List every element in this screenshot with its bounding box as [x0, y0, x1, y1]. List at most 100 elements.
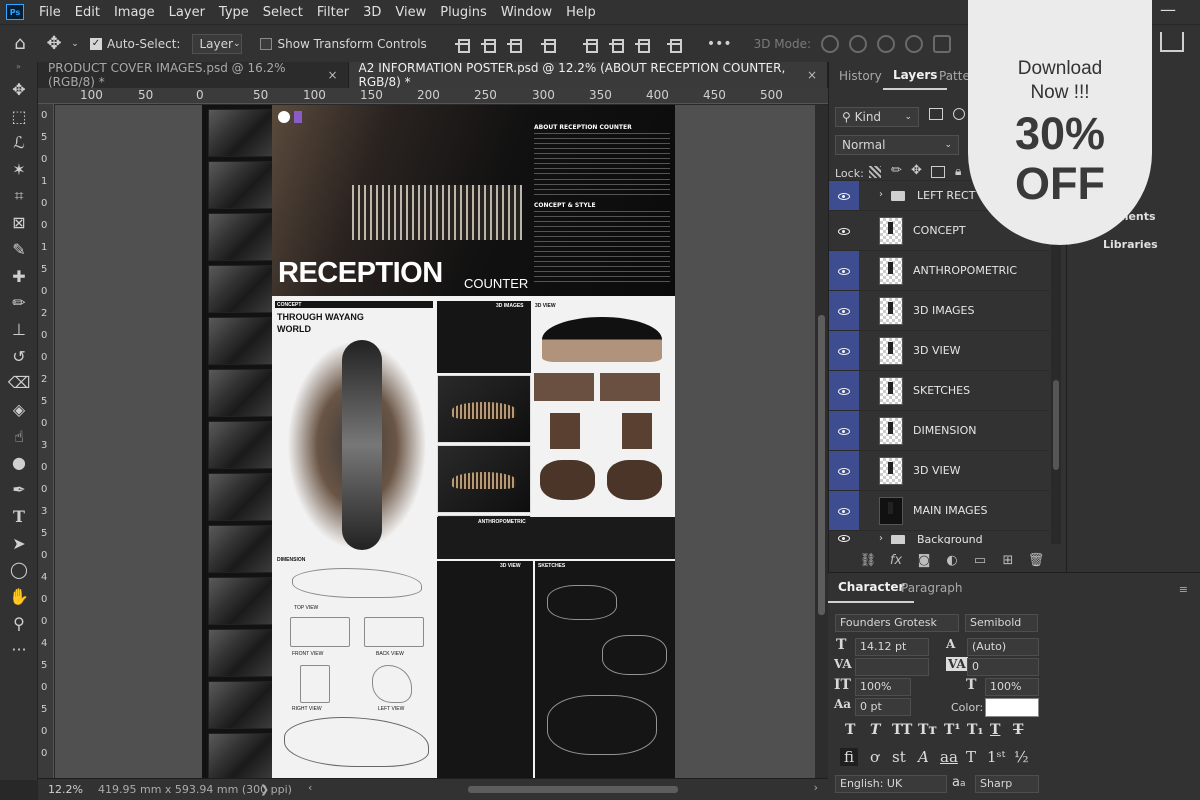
- menu-layer[interactable]: Layer: [162, 5, 212, 20]
- show-transform-checkbox[interactable]: [260, 37, 273, 50]
- auto-select-target-dropdown[interactable]: Layer ⌄: [192, 33, 243, 54]
- move-tool-icon[interactable]: ✥: [0, 76, 38, 103]
- crop-tool-icon[interactable]: ⌗: [0, 183, 38, 210]
- more-options-button[interactable]: •••: [707, 36, 732, 52]
- language-dropdown[interactable]: English: UK: [835, 775, 947, 793]
- faux-italic-button[interactable]: T: [870, 722, 880, 738]
- layer-row-dimension[interactable]: DIMENSION: [829, 410, 1049, 451]
- slide-3d-icon[interactable]: [905, 34, 924, 53]
- link-icon[interactable]: ⛓: [857, 550, 879, 570]
- ligatures-button[interactable]: ﬁ: [840, 748, 859, 766]
- mask-icon[interactable]: ◙: [913, 550, 935, 570]
- dodge-tool-icon[interactable]: ●: [0, 450, 38, 477]
- align-bottom-icon[interactable]: [634, 37, 650, 53]
- scroll-right-icon[interactable]: ›: [814, 781, 818, 794]
- scroll-thumb[interactable]: [1053, 380, 1059, 470]
- leading-field[interactable]: (Auto): [967, 638, 1039, 656]
- lock-position-icon[interactable]: ✥: [911, 163, 922, 178]
- align-top-icon[interactable]: [582, 37, 598, 53]
- chevron-down-icon[interactable]: ⌄: [68, 39, 82, 49]
- align-left-icon[interactable]: [454, 37, 470, 53]
- visibility-toggle[interactable]: [829, 371, 859, 411]
- close-icon[interactable]: ×: [807, 68, 817, 82]
- ordinals-button[interactable]: 1ˢᵗ: [987, 748, 1005, 766]
- photoshop-logo-icon[interactable]: Ps: [6, 4, 24, 20]
- pan-3d-icon[interactable]: [877, 34, 896, 53]
- zoom-tool-icon[interactable]: ⚲: [0, 610, 38, 637]
- visibility-toggle[interactable]: [829, 491, 859, 531]
- pen-tool-icon[interactable]: ✒: [0, 476, 38, 503]
- filter-pixel-icon[interactable]: [929, 108, 943, 120]
- scroll-thumb[interactable]: [818, 315, 825, 615]
- auto-select-checkbox[interactable]: ✓: [90, 37, 102, 50]
- libraries-panel-label[interactable]: Libraries: [1103, 238, 1158, 251]
- canvas-area[interactable]: ABOUT RECEPTION COUNTER CONCEPT & STYLE …: [55, 105, 815, 778]
- hand-tool-icon[interactable]: ✋: [0, 583, 38, 610]
- marquee-tool-icon[interactable]: ⬚: [0, 103, 38, 130]
- new-layer-icon[interactable]: ⊞: [997, 550, 1019, 570]
- font-size-field[interactable]: 14.12 pt: [855, 638, 929, 656]
- tracking-field[interactable]: 0: [967, 658, 1039, 676]
- eraser-tool-icon[interactable]: ⌫: [0, 370, 38, 397]
- close-icon[interactable]: ×: [327, 68, 337, 82]
- blend-mode-dropdown[interactable]: Normal ⌄: [835, 135, 959, 155]
- panel-menu-icon[interactable]: ≡: [1179, 583, 1188, 596]
- minimize-icon[interactable]: —: [1160, 0, 1180, 20]
- lasso-tool-icon[interactable]: ℒ: [0, 129, 38, 156]
- canvas-horizontal-scrollbar[interactable]: ‹ ›: [308, 781, 818, 796]
- swash-button[interactable]: A: [918, 748, 929, 766]
- orbit-3d-icon[interactable]: [821, 34, 840, 53]
- tab-a2-information-poster[interactable]: A2 INFORMATION POSTER.psd @ 12.2% (ABOUT…: [348, 61, 828, 89]
- menu-select[interactable]: Select: [256, 5, 310, 20]
- all-caps-button[interactable]: TT: [892, 722, 912, 738]
- layer-row-3d-images[interactable]: 3D IMAGES: [829, 290, 1049, 331]
- auto-select-toggle[interactable]: ✓ Auto-Select:: [90, 37, 180, 51]
- menu-edit[interactable]: Edit: [68, 5, 107, 20]
- menu-plugins[interactable]: Plugins: [433, 5, 494, 20]
- healing-brush-tool-icon[interactable]: ✚: [0, 263, 38, 290]
- scroll-left-icon[interactable]: ‹: [308, 781, 312, 794]
- history-brush-tool-icon[interactable]: ↺: [0, 343, 38, 370]
- layer-row-main-images[interactable]: MAIN IMAGES: [829, 490, 1049, 531]
- magic-wand-tool-icon[interactable]: ✶: [0, 156, 38, 183]
- faux-bold-button[interactable]: T: [845, 722, 855, 738]
- chevron-right-icon[interactable]: ›: [879, 533, 883, 544]
- tab-paragraph[interactable]: Paragraph: [891, 573, 972, 603]
- brush-tool-icon[interactable]: ✏: [0, 290, 38, 317]
- layer-filter-kind-dropdown[interactable]: ⚲ Kind ⌄: [835, 107, 919, 127]
- visibility-toggle[interactable]: [829, 181, 859, 211]
- visibility-toggle[interactable]: [829, 211, 859, 251]
- lock-transparent-icon[interactable]: [869, 166, 881, 178]
- small-caps-button[interactable]: Tᴛ: [918, 722, 937, 738]
- vertical-scale-field[interactable]: 100%: [855, 678, 911, 696]
- zoom-level[interactable]: 12.2%: [48, 783, 83, 796]
- menu-type[interactable]: Type: [212, 5, 256, 20]
- layer-row-background[interactable]: › Background: [829, 530, 1049, 544]
- smudge-tool-icon[interactable]: ☝: [0, 423, 38, 450]
- status-menu-chevron-icon[interactable]: ❯: [260, 783, 269, 796]
- canvas-vertical-scrollbar[interactable]: [815, 105, 828, 778]
- subscript-button[interactable]: T₁: [967, 722, 984, 738]
- distribute-icon[interactable]: [540, 37, 556, 53]
- visibility-toggle[interactable]: [829, 451, 859, 491]
- roll-3d-icon[interactable]: [849, 34, 868, 53]
- baseline-shift-field[interactable]: 0 pt: [855, 698, 911, 716]
- more-tools-icon[interactable]: ···: [0, 636, 38, 663]
- titling-button[interactable]: T: [966, 748, 976, 766]
- eyedropper-tool-icon[interactable]: ✎: [0, 236, 38, 263]
- distribute-vertical-icon[interactable]: [666, 37, 682, 53]
- menu-3d[interactable]: 3D: [356, 5, 388, 20]
- menu-image[interactable]: Image: [107, 5, 162, 20]
- visibility-toggle[interactable]: [829, 331, 859, 371]
- chevron-right-icon[interactable]: ›: [879, 189, 883, 200]
- home-icon[interactable]: ⌂: [0, 33, 40, 54]
- fx-icon[interactable]: fx: [885, 550, 907, 570]
- filter-adjustment-icon[interactable]: [953, 108, 965, 120]
- layer-row-anthropometric[interactable]: ANTHROPOMETRIC: [829, 250, 1049, 291]
- tab-product-cover-images[interactable]: PRODUCT COVER IMAGES.psd @ 16.2% (RGB/8)…: [38, 61, 349, 89]
- font-style-dropdown[interactable]: Semibold: [965, 614, 1038, 632]
- discretionary-ligatures-button[interactable]: st: [892, 748, 906, 766]
- old-style-button[interactable]: ơ: [870, 748, 879, 766]
- text-color-swatch[interactable]: [985, 698, 1039, 717]
- visibility-toggle[interactable]: [829, 531, 859, 544]
